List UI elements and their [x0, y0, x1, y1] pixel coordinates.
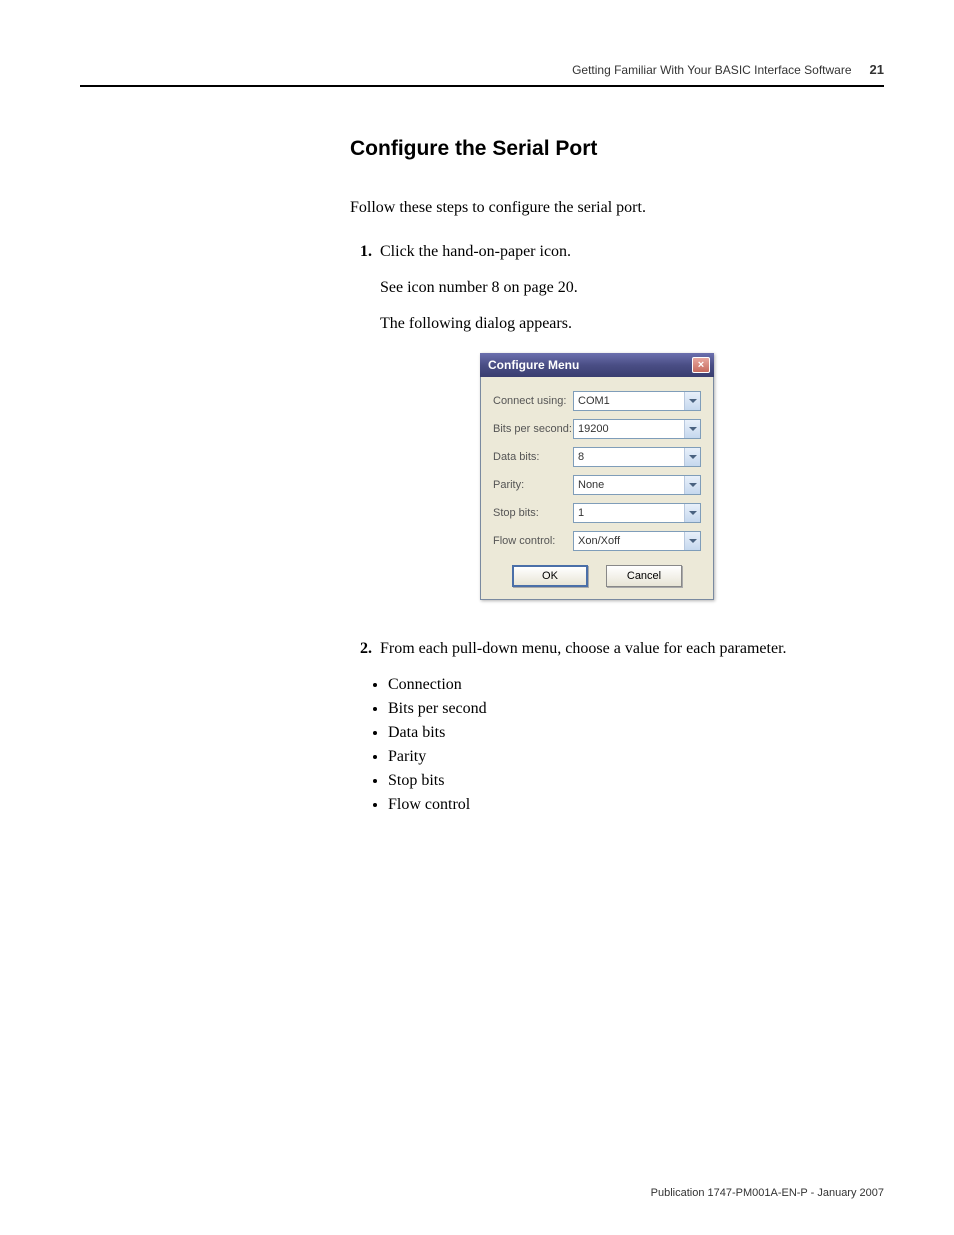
select-value: 8	[578, 451, 584, 463]
chevron-down-icon[interactable]	[684, 448, 700, 466]
list-item: Connection	[388, 676, 884, 694]
intro-text: Follow these steps to configure the seri…	[350, 199, 884, 217]
select-bps[interactable]: 19200	[573, 419, 701, 439]
select-stopbits[interactable]: 1	[573, 503, 701, 523]
select-value: 1	[578, 507, 584, 519]
list-item: Flow control	[388, 796, 884, 814]
label-flow: Flow control:	[493, 535, 573, 547]
cancel-button[interactable]: Cancel	[606, 565, 682, 587]
list-item: Data bits	[388, 724, 884, 742]
step-text: From each pull-down menu, choose a value…	[380, 640, 884, 658]
row-flow: Flow control: Xon/Xoff	[493, 531, 701, 551]
running-header: Getting Familiar With Your BASIC Interfa…	[572, 63, 851, 77]
select-connect[interactable]: COM1	[573, 391, 701, 411]
row-connect: Connect using: COM1	[493, 391, 701, 411]
label-parity: Parity:	[493, 479, 573, 491]
step-1: 1. Click the hand-on-paper icon.	[350, 243, 884, 261]
row-databits: Data bits: 8	[493, 447, 701, 467]
select-flow[interactable]: Xon/Xoff	[573, 531, 701, 551]
dialog-title: Configure Menu	[488, 358, 579, 372]
step-number: 1.	[350, 243, 372, 261]
row-bps: Bits per second: 19200	[493, 419, 701, 439]
row-parity: Parity: None	[493, 475, 701, 495]
label-connect: Connect using:	[493, 395, 573, 407]
section-title: Configure the Serial Port	[350, 137, 884, 161]
chevron-down-icon[interactable]	[684, 420, 700, 438]
list-item: Parity	[388, 748, 884, 766]
publication-footer: Publication 1747-PM001A-EN-P - January 2…	[651, 1187, 884, 1199]
select-databits[interactable]: 8	[573, 447, 701, 467]
row-stopbits: Stop bits: 1	[493, 503, 701, 523]
parameter-list: Connection Bits per second Data bits Par…	[388, 676, 884, 814]
dialog-body: Connect using: COM1 Bits per second: 192…	[480, 377, 714, 600]
select-parity[interactable]: None	[573, 475, 701, 495]
list-item: Stop bits	[388, 772, 884, 790]
step-text: Click the hand-on-paper icon.	[380, 243, 884, 261]
step-1-sub-1: See icon number 8 on page 20.	[380, 279, 884, 297]
select-value: COM1	[578, 395, 610, 407]
select-value: Xon/Xoff	[578, 535, 620, 547]
step-1-sub-2: The following dialog appears.	[380, 315, 884, 333]
select-value: 19200	[578, 423, 609, 435]
chevron-down-icon[interactable]	[684, 476, 700, 494]
configure-dialog: Configure Menu × Connect using: COM1 Bit…	[480, 353, 714, 600]
step-number: 2.	[350, 640, 372, 658]
chevron-down-icon[interactable]	[684, 532, 700, 550]
chevron-down-icon[interactable]	[684, 392, 700, 410]
label-bps: Bits per second:	[493, 423, 573, 435]
label-stopbits: Stop bits:	[493, 507, 573, 519]
dialog-titlebar: Configure Menu ×	[480, 353, 714, 377]
chevron-down-icon[interactable]	[684, 504, 700, 522]
select-value: None	[578, 479, 604, 491]
list-item: Bits per second	[388, 700, 884, 718]
header-rule	[80, 85, 884, 87]
page-number: 21	[870, 62, 884, 77]
close-icon[interactable]: ×	[692, 357, 710, 373]
ok-button[interactable]: OK	[512, 565, 588, 587]
label-databits: Data bits:	[493, 451, 573, 463]
step-2: 2. From each pull-down menu, choose a va…	[350, 640, 884, 658]
